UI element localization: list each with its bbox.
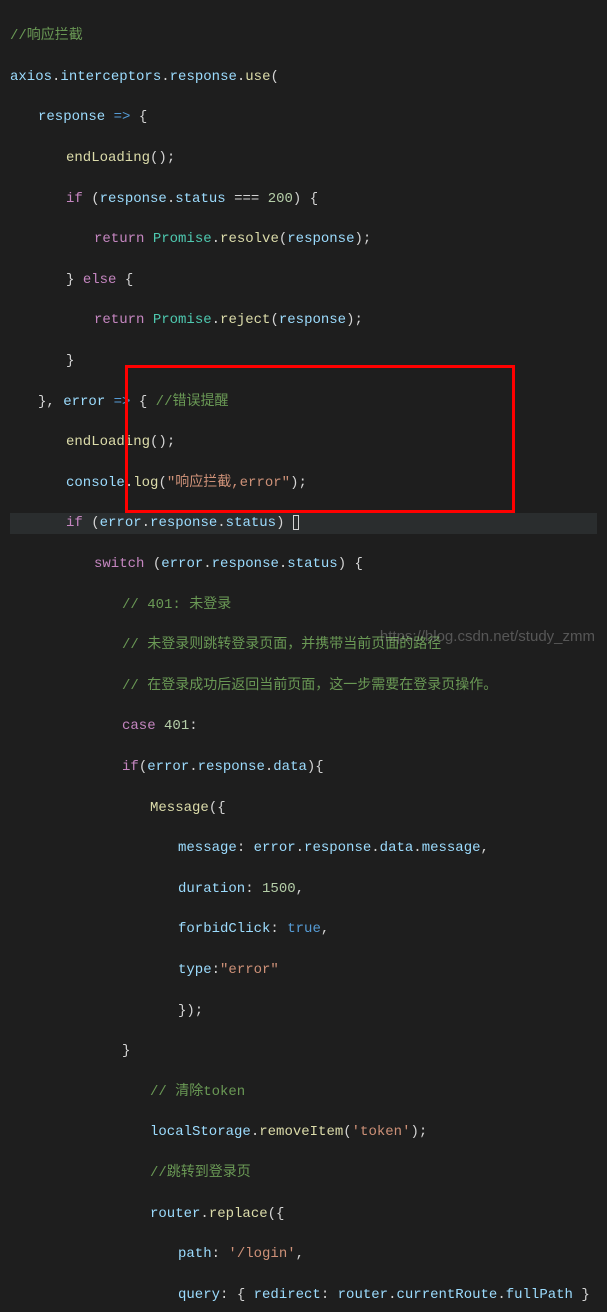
code-line: path: '/login',	[10, 1244, 597, 1264]
code-line: } else {	[10, 270, 597, 290]
code-line: }	[10, 351, 597, 371]
code-line: Message({	[10, 798, 597, 818]
code-line-active: if (error.response.status)	[10, 513, 597, 533]
code-line: response => {	[10, 107, 597, 127]
code-line: return Promise.resolve(response);	[10, 229, 597, 249]
code-line: message: error.response.data.message,	[10, 838, 597, 858]
code-line: }	[10, 1041, 597, 1061]
code-line: forbidClick: true,	[10, 919, 597, 939]
code-line: axios.interceptors.response.use(	[10, 67, 597, 87]
code-line: // 清除token	[10, 1082, 597, 1102]
code-line: }, error => { //错误提醒	[10, 392, 597, 412]
code-line: return Promise.reject(response);	[10, 310, 597, 330]
code-line: endLoading();	[10, 432, 597, 452]
code-line: if (response.status === 200) {	[10, 189, 597, 209]
code-line: //响应拦截	[10, 26, 597, 46]
cursor	[293, 515, 299, 530]
code-editor[interactable]: //响应拦截 axios.interceptors.response.use( …	[0, 0, 607, 1312]
code-line: if(error.response.data){	[10, 757, 597, 777]
code-line: // 未登录则跳转登录页面，并携带当前页面的路径	[10, 635, 597, 655]
code-line: duration: 1500,	[10, 879, 597, 899]
code-line: });	[10, 1001, 597, 1021]
code-line: type:"error"	[10, 960, 597, 980]
code-line: console.log("响应拦截,error");	[10, 473, 597, 493]
code-line: case 401:	[10, 716, 597, 736]
code-line: // 在登录成功后返回当前页面，这一步需要在登录页操作。	[10, 676, 597, 696]
code-line: router.replace({	[10, 1204, 597, 1224]
code-line: endLoading();	[10, 148, 597, 168]
code-line: localStorage.removeItem('token');	[10, 1122, 597, 1142]
code-line: query: { redirect: router.currentRoute.f…	[10, 1285, 597, 1305]
code-line: // 401: 未登录	[10, 595, 597, 615]
code-line: //跳转到登录页	[10, 1163, 597, 1183]
code-line: switch (error.response.status) {	[10, 554, 597, 574]
